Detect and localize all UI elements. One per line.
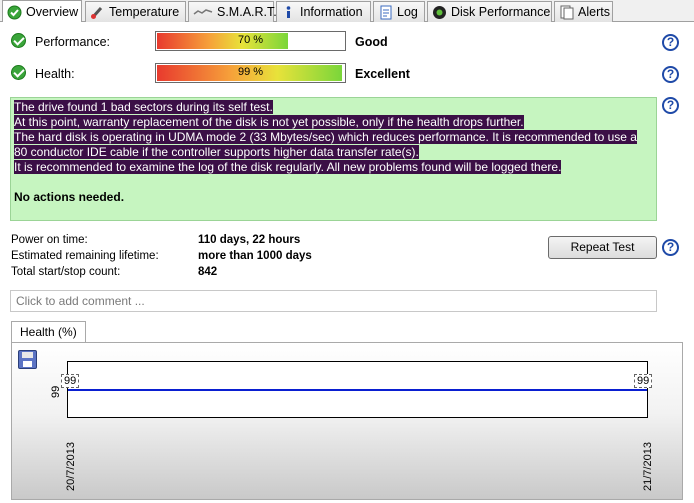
- tab-label: Disk Performance: [451, 5, 551, 19]
- save-icon[interactable]: [18, 350, 37, 369]
- lifetime-value: more than 1000 days: [198, 250, 312, 262]
- tab-label: Temperature: [109, 5, 180, 19]
- comment-input[interactable]: Click to add comment ...: [10, 290, 657, 312]
- health-message-box[interactable]: The drive found 1 bad sectors during its…: [10, 97, 657, 221]
- tab-label: Log: [397, 5, 418, 19]
- performance-bar-text: 70 %: [237, 34, 264, 46]
- tab-disk-performance[interactable]: Disk Performance: [427, 1, 552, 22]
- alerts-icon: [559, 5, 574, 20]
- tab-label: Overview: [26, 5, 79, 19]
- health-series-line: [68, 389, 647, 391]
- tab-temperature[interactable]: Temperature: [85, 1, 186, 22]
- tab-alerts[interactable]: Alerts: [554, 1, 613, 22]
- tab-information[interactable]: Information: [276, 1, 371, 22]
- tab-label: Information: [300, 5, 363, 19]
- health-status: Excellent: [355, 67, 410, 81]
- tab-bar: Overview Temperature S.M.A.R.T. Informat…: [0, 0, 694, 23]
- disk-performance-icon: [432, 5, 447, 20]
- tab-label: S.M.A.R.T.: [217, 5, 277, 19]
- x-tick-start: 20/7/2013: [65, 442, 77, 491]
- tab-log[interactable]: Log: [373, 1, 425, 22]
- health-bar-text: 99 %: [237, 66, 264, 78]
- health-bar: 99 %: [155, 63, 346, 83]
- performance-status: Good: [355, 35, 388, 49]
- performance-help-icon[interactable]: ?: [662, 34, 679, 51]
- health-ok-icon: [11, 65, 26, 80]
- overview-panel: Performance: 70 % Good ? Health: 99 % Ex…: [0, 22, 694, 503]
- thermometer-icon: [90, 5, 105, 20]
- smart-icon: [193, 5, 213, 20]
- message-help-icon[interactable]: ?: [662, 97, 679, 114]
- x-tick-end: 21/7/2013: [642, 442, 654, 491]
- message-line: The drive found 1 bad sectors during its…: [14, 100, 273, 114]
- power-on-value: 110 days, 22 hours: [198, 234, 301, 246]
- check-circle-icon: [7, 5, 22, 20]
- message-line: At this point, warranty replacement of t…: [14, 115, 524, 129]
- health-graph-panel: 99 99 99 20/7/2013 21/7/2013: [11, 342, 683, 500]
- log-icon: [378, 5, 393, 20]
- health-help-icon[interactable]: ?: [662, 66, 679, 83]
- info-icon: [281, 5, 296, 20]
- tab-overview[interactable]: Overview: [2, 0, 82, 23]
- repeat-test-help-icon[interactable]: ?: [662, 239, 679, 256]
- repeat-test-button[interactable]: Repeat Test: [548, 236, 657, 259]
- start-point-label: 99: [61, 374, 80, 388]
- power-on-label: Power on time:: [11, 234, 88, 246]
- tab-health-graph[interactable]: Health (%): [11, 321, 86, 343]
- message-line: The hard disk is operating in UDMA mode …: [14, 130, 637, 159]
- end-point-label: 99: [634, 374, 653, 388]
- startstop-label: Total start/stop count:: [11, 266, 121, 278]
- performance-ok-icon: [11, 33, 26, 48]
- tab-smart[interactable]: S.M.A.R.T.: [188, 1, 277, 22]
- performance-bar: 70 %: [155, 31, 346, 51]
- health-chart: [67, 361, 648, 418]
- startstop-value: 842: [198, 266, 218, 278]
- health-label: Health:: [35, 67, 75, 81]
- message-line: It is recommended to examine the log of …: [14, 160, 562, 174]
- tab-label: Alerts: [578, 5, 610, 19]
- performance-label: Performance:: [35, 35, 111, 49]
- lifetime-label: Estimated remaining lifetime:: [11, 250, 159, 262]
- message-conclusion: No actions needed.: [14, 190, 125, 204]
